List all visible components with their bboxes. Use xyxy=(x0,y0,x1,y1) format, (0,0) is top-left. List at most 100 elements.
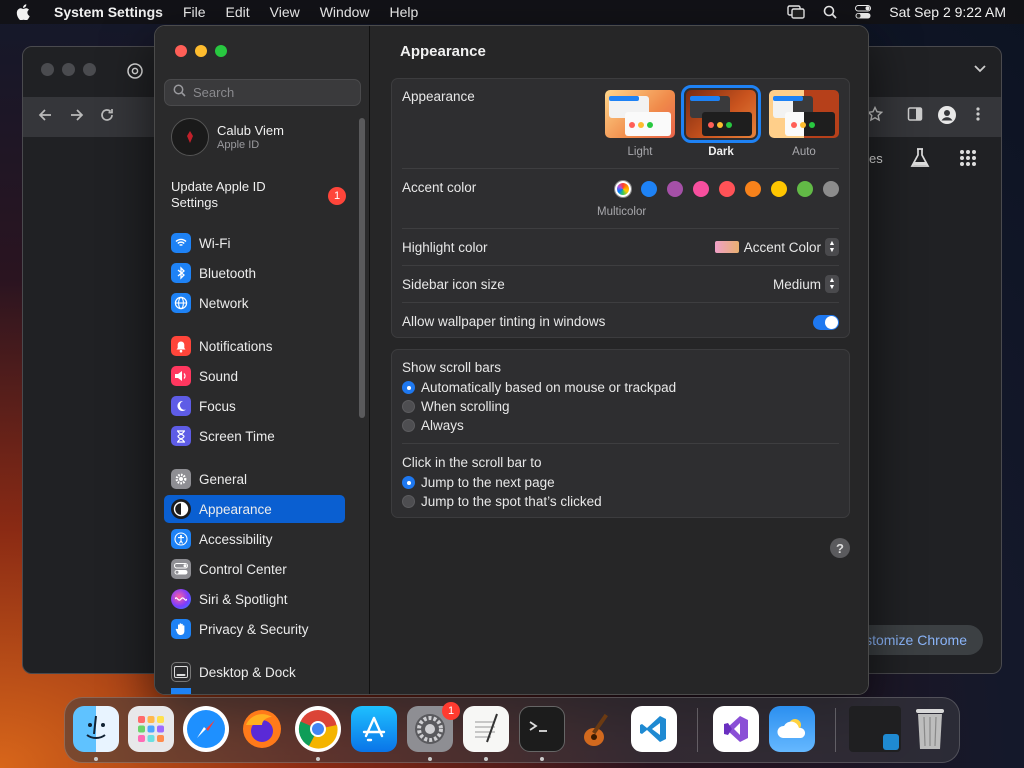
radio-scroll-when-scrolling[interactable]: When scrolling xyxy=(402,399,510,414)
divider xyxy=(402,168,839,169)
radio-scroll-auto[interactable]: Automatically based on mouse or trackpad xyxy=(402,380,676,395)
accent-swatch-orange[interactable] xyxy=(745,181,761,197)
radio-label: When scrolling xyxy=(421,399,510,414)
dock-safari-icon[interactable] xyxy=(183,706,229,752)
highlight-color-value: Accent Color xyxy=(743,239,821,255)
sidebar-item-bluetooth[interactable]: Bluetooth xyxy=(164,259,345,287)
hand-icon xyxy=(171,619,191,639)
sidebar-item-privacy-security[interactable]: Privacy & Security xyxy=(164,615,345,643)
search-input[interactable] xyxy=(193,85,353,100)
sidebar-item-appearance[interactable]: Appearance xyxy=(164,495,345,523)
wallpaper-tinting-toggle[interactable] xyxy=(813,315,839,330)
notification-badge: 1 xyxy=(328,187,346,205)
sidebar-item-focus[interactable]: Focus xyxy=(164,392,345,420)
sidebar-item-label: Notifications xyxy=(199,338,273,354)
accent-swatch-graphite[interactable] xyxy=(823,181,839,197)
dock-app-store-icon[interactable] xyxy=(351,706,397,752)
dock-vscode-icon[interactable] xyxy=(631,706,677,752)
dock-weather-icon[interactable] xyxy=(769,706,815,752)
chrome-zoom-button[interactable] xyxy=(83,63,96,76)
sidebar-item-wifi[interactable]: Wi-Fi xyxy=(164,229,345,257)
control-center-icon[interactable] xyxy=(855,5,872,19)
sidebar-item-notifications[interactable]: Notifications xyxy=(164,332,345,360)
menu-file[interactable]: File xyxy=(183,4,206,20)
update-apple-id-settings-item[interactable]: Update Apple ID Settings 1 xyxy=(171,179,346,211)
accent-swatch-purple[interactable] xyxy=(667,181,683,197)
apple-id-account-row[interactable]: Calub Viem Apple ID xyxy=(171,118,284,156)
chrome-side-panel-icon[interactable] xyxy=(907,106,923,127)
dock-launchpad-icon[interactable] xyxy=(128,706,174,752)
window-traffic-lights xyxy=(175,45,227,57)
divider xyxy=(402,443,839,444)
close-button[interactable] xyxy=(175,45,187,57)
help-button[interactable]: ? xyxy=(830,538,850,558)
dock-visual-studio-icon[interactable] xyxy=(713,706,759,752)
sidebar-item-screen-time[interactable]: Screen Time xyxy=(164,422,345,450)
sidebar-item-accessibility[interactable]: Accessibility xyxy=(164,525,345,553)
radio-label: Jump to the next page xyxy=(421,475,555,490)
accent-swatch-pink[interactable] xyxy=(693,181,709,197)
chrome-back-icon[interactable] xyxy=(37,107,53,128)
highlight-color-popup[interactable]: Accent Color ▲ ▼ xyxy=(714,238,839,256)
sidebar-search-field[interactable] xyxy=(164,79,361,106)
chrome-minimize-button[interactable] xyxy=(62,63,75,76)
radio-scroll-always[interactable]: Always xyxy=(402,418,464,433)
accent-swatch-red[interactable] xyxy=(719,181,735,197)
dock-garageband-icon[interactable] xyxy=(575,706,621,752)
chrome-forward-icon[interactable] xyxy=(69,107,85,128)
sidebar-item-desktop-dock[interactable]: Desktop & Dock xyxy=(164,658,345,686)
vscode-badge-icon xyxy=(883,734,899,750)
menu-window[interactable]: Window xyxy=(320,4,370,20)
divider xyxy=(402,302,839,303)
sidebar-item-cut-off[interactable] xyxy=(164,688,345,694)
screen-mirroring-icon[interactable] xyxy=(787,5,805,19)
dock-chrome-icon[interactable] xyxy=(295,706,341,752)
sidebar-item-control-center[interactable]: Control Center xyxy=(164,555,345,583)
sidebar-icon-size-popup[interactable]: Medium ▲ ▼ xyxy=(773,275,839,293)
chrome-close-button[interactable] xyxy=(41,63,54,76)
light-theme-thumbnail xyxy=(605,90,675,138)
theme-option-auto[interactable]: Auto xyxy=(769,90,839,158)
chrome-profile-icon[interactable] xyxy=(937,105,957,130)
zoom-button[interactable] xyxy=(215,45,227,57)
dock-separator xyxy=(697,708,698,752)
radio-jump-next-page[interactable]: Jump to the next page xyxy=(402,475,555,490)
dock-terminal-icon[interactable] xyxy=(519,706,565,752)
accent-swatch-yellow[interactable] xyxy=(771,181,787,197)
chrome-menu-icon[interactable] xyxy=(975,106,981,127)
dock-textedit-icon[interactable] xyxy=(463,706,509,752)
accent-swatch-green[interactable] xyxy=(797,181,813,197)
chrome-tab-favicon-icon[interactable] xyxy=(127,63,143,84)
menu-edit[interactable]: Edit xyxy=(226,4,250,20)
menu-clock[interactable]: Sat Sep 2 9:22 AM xyxy=(889,4,1006,20)
minimize-button[interactable] xyxy=(195,45,207,57)
sidebar-scrollbar[interactable] xyxy=(359,118,365,418)
theme-option-dark[interactable]: Dark xyxy=(681,85,761,158)
dock-trash-icon[interactable] xyxy=(907,706,953,752)
dock-finder-icon[interactable] xyxy=(73,706,119,752)
sidebar-item-network[interactable]: Network xyxy=(164,289,345,317)
sidebar-item-general[interactable]: General xyxy=(164,465,345,493)
chrome-cut-off-link[interactable]: es xyxy=(869,151,883,166)
sidebar-item-sound[interactable]: Sound xyxy=(164,362,345,390)
google-apps-grid-icon[interactable] xyxy=(959,149,977,172)
chrome-bookmark-star-icon[interactable] xyxy=(866,105,884,127)
accent-swatch-blue[interactable] xyxy=(641,181,657,197)
menu-view[interactable]: View xyxy=(270,4,300,20)
menu-app-name[interactable]: System Settings xyxy=(54,4,163,20)
chrome-reload-icon[interactable] xyxy=(99,107,115,128)
accent-swatch-multicolor[interactable] xyxy=(615,181,631,197)
sidebar-item-label: Privacy & Security xyxy=(199,621,309,637)
menu-help[interactable]: Help xyxy=(390,4,419,20)
theme-option-light[interactable]: Light xyxy=(605,90,675,158)
labs-flask-icon[interactable] xyxy=(909,147,931,174)
spotlight-search-icon[interactable] xyxy=(823,5,837,19)
radio-jump-to-spot[interactable]: Jump to the spot that’s clicked xyxy=(402,494,602,509)
chrome-tab-search-chevron-icon[interactable] xyxy=(973,61,987,77)
dock-minimized-window-thumbnail[interactable] xyxy=(849,706,901,752)
system-settings-window: Calub Viem Apple ID Update Apple ID Sett… xyxy=(154,25,869,695)
apple-menu-icon[interactable] xyxy=(16,4,38,20)
sidebar-item-siri-spotlight[interactable]: Siri & Spotlight xyxy=(164,585,345,613)
click-scroll-bar-title: Click in the scroll bar to xyxy=(402,455,542,470)
dock-firefox-icon[interactable] xyxy=(239,706,285,752)
